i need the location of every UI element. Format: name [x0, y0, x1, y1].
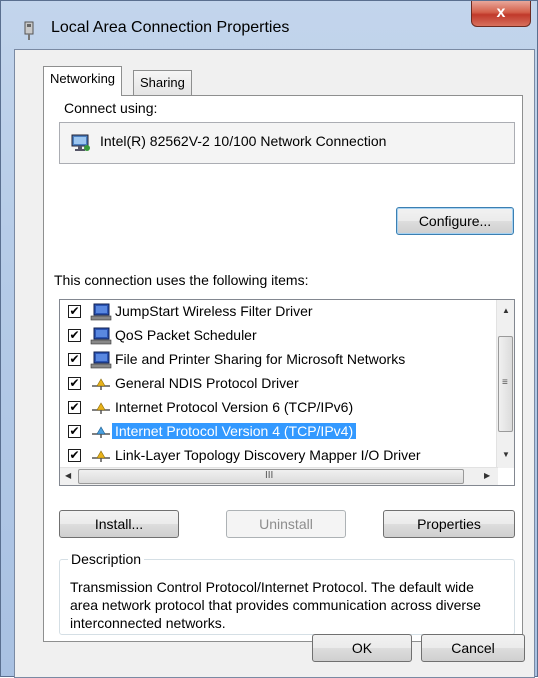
- item-checkbox[interactable]: ✔: [68, 401, 81, 414]
- vertical-scrollbar[interactable]: ▲ ≡ ▼: [496, 300, 514, 468]
- ok-button[interactable]: OK: [312, 634, 412, 662]
- install-button[interactable]: Install...: [59, 510, 179, 538]
- protocol-icon: [92, 378, 110, 390]
- network-adapter-icon: [71, 134, 90, 151]
- tab-sharing[interactable]: Sharing: [133, 70, 192, 96]
- protocol-icon: [92, 426, 110, 438]
- protocol-icon: [92, 402, 110, 414]
- adapter-field: Intel(R) 82562V-2 10/100 Network Connect…: [59, 122, 515, 164]
- item-checkbox[interactable]: ✔: [68, 353, 81, 366]
- list-item-selected[interactable]: ✔ Internet Protocol Version 4 (TCP/IPv4): [60, 420, 490, 444]
- description-text: Transmission Control Protocol/Internet P…: [70, 579, 481, 631]
- scroll-up-arrow-icon[interactable]: ▲: [502, 306, 510, 315]
- scroll-left-arrow-icon[interactable]: ◀: [65, 471, 71, 480]
- items-label: This connection uses the following items…: [54, 272, 309, 288]
- tab-networking[interactable]: Networking: [43, 66, 123, 96]
- list-item[interactable]: ✔ General NDIS Protocol Driver: [60, 372, 490, 396]
- adapter-name: Intel(R) 82562V-2 10/100 Network Connect…: [100, 133, 387, 149]
- protocol-icon: [92, 450, 110, 462]
- connect-using-label: Connect using:: [64, 100, 158, 116]
- close-button[interactable]: x: [471, 1, 531, 27]
- item-label: Internet Protocol Version 6 (TCP/IPv6): [115, 399, 354, 415]
- list-item[interactable]: ✔ QoS Packet Scheduler: [60, 324, 490, 348]
- list-item[interactable]: ✔ JumpStart Wireless Filter Driver: [60, 300, 490, 324]
- network-client-icon: [90, 327, 112, 345]
- cancel-button[interactable]: Cancel: [421, 634, 525, 662]
- scroll-down-arrow-icon[interactable]: ▼: [502, 450, 510, 459]
- list-item[interactable]: ✔ Internet Protocol Version 6 (TCP/IPv6): [60, 396, 490, 420]
- horizontal-scrollbar[interactable]: ◀ III ▶: [60, 467, 498, 485]
- item-label: General NDIS Protocol Driver: [115, 375, 299, 391]
- item-checkbox[interactable]: ✔: [68, 425, 81, 438]
- item-label: Link-Layer Topology Discovery Mapper I/O…: [115, 447, 421, 463]
- horizontal-scroll-thumb[interactable]: III: [78, 469, 464, 484]
- description-group: Description Transmission Control Protoco…: [59, 551, 515, 635]
- item-checkbox[interactable]: ✔: [68, 305, 81, 318]
- list-item[interactable]: ✔ Link-Layer Topology Discovery Mapper I…: [60, 444, 490, 468]
- properties-window: Local Area Connection Properties x Netwo…: [0, 0, 538, 678]
- item-checkbox[interactable]: ✔: [68, 377, 81, 390]
- item-label: Internet Protocol Version 4 (TCP/IPv4): [112, 423, 357, 439]
- list-item[interactable]: ✔ File and Printer Sharing for Microsoft…: [60, 348, 490, 372]
- title-bar[interactable]: Local Area Connection Properties x: [1, 1, 537, 49]
- components-list[interactable]: ✔ JumpStart Wireless Filter Driver ✔ QoS…: [59, 299, 515, 486]
- dialog-client: Networking Sharing Connect using: Intel(…: [14, 49, 535, 678]
- item-checkbox[interactable]: ✔: [68, 449, 81, 462]
- network-client-icon: [90, 351, 112, 369]
- item-label: JumpStart Wireless Filter Driver: [115, 303, 313, 319]
- item-label: QoS Packet Scheduler: [115, 327, 257, 343]
- uninstall-button: Uninstall: [226, 510, 346, 538]
- item-label: File and Printer Sharing for Microsoft N…: [115, 351, 406, 367]
- properties-button[interactable]: Properties: [383, 510, 515, 538]
- network-adapter-icon: [24, 21, 34, 40]
- configure-button[interactable]: Configure...: [396, 207, 514, 235]
- scroll-right-arrow-icon[interactable]: ▶: [484, 471, 490, 480]
- network-client-icon: [90, 303, 112, 321]
- grip-icon: ≡: [502, 377, 508, 388]
- window-title: Local Area Connection Properties: [51, 19, 290, 36]
- description-label: Description: [68, 551, 145, 567]
- vertical-scroll-thumb[interactable]: ≡: [498, 336, 513, 432]
- networking-panel: Connect using: Intel(R) 82562V-2 10/100 …: [43, 95, 523, 642]
- grip-icon: III: [265, 470, 274, 481]
- item-checkbox[interactable]: ✔: [68, 329, 81, 342]
